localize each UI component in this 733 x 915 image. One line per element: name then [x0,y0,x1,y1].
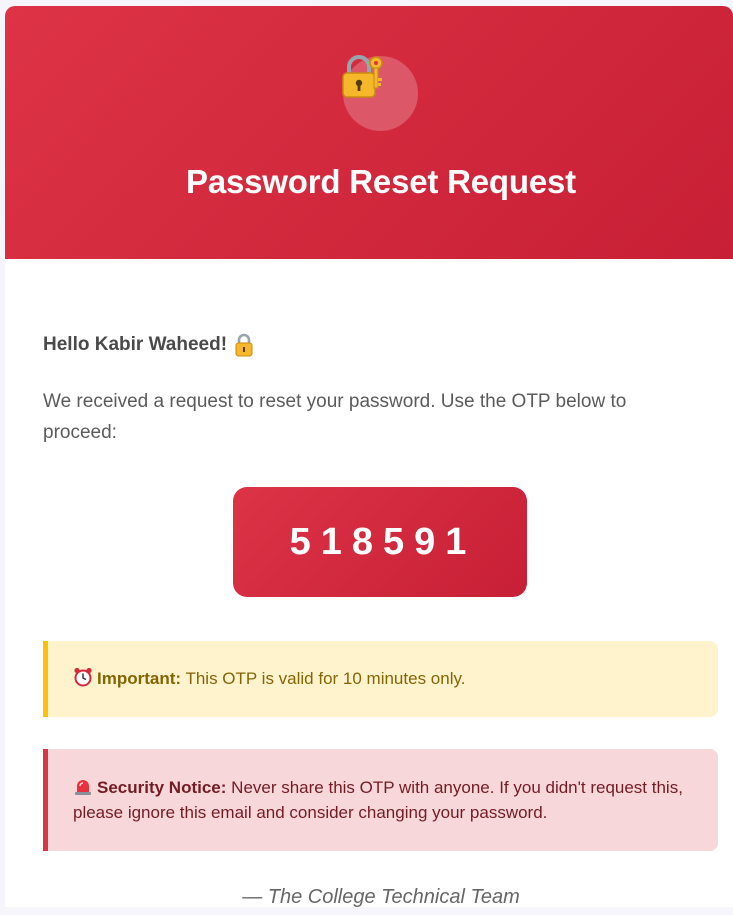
security-label: Security Notice: [97,778,227,797]
security-notice: Security Notice: Never share this OTP wi… [43,749,718,851]
lock-with-key-icon [342,55,383,98]
page-title: Password Reset Request [186,163,576,200]
alarm-clock-icon [74,667,92,687]
otp-code: 518591 [233,487,527,597]
important-notice: Important: This OTP is valid for 10 minu… [43,641,718,717]
footer-strip [0,907,733,915]
greeting-text: Hello Kabir Waheed! [43,334,228,355]
greeting: Hello Kabir Waheed! [43,333,254,357]
important-label: Important: [97,669,182,688]
intro-text: We received a request to reset your pass… [43,391,627,443]
important-text: This OTP is valid for 10 minutes only. [181,669,466,688]
lock-icon [235,333,253,357]
email-card: Password Reset Request Hello Kabir Wahee… [5,6,733,915]
email-header: Password Reset Request [5,6,733,259]
siren-icon [75,780,91,795]
